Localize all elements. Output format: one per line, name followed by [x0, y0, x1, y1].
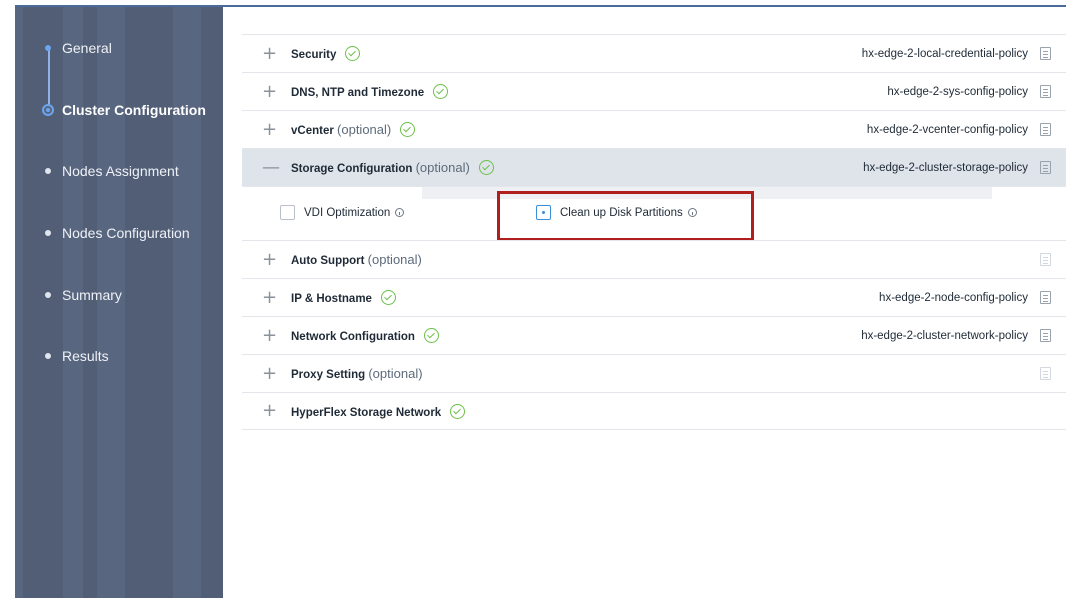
storage-options-panel: VDI Optimization Clean up Disk Partition…	[242, 186, 1066, 241]
policy-link[interactable]: hx-edge-2-node-config-policy	[879, 292, 1028, 304]
check-circle-icon	[423, 328, 439, 343]
policy-document-icon[interactable]	[1040, 329, 1051, 342]
policy-link[interactable]: hx-edge-2-cluster-network-policy	[861, 330, 1028, 342]
option-label: VDI Optimization	[304, 206, 391, 219]
section-title: vCenter (optional)	[291, 122, 416, 137]
info-icon[interactable]	[395, 208, 405, 217]
policy-link[interactable]: hx-edge-2-local-credential-policy	[862, 48, 1028, 60]
check-circle-icon	[400, 122, 416, 137]
step-summary[interactable]: Summary	[15, 283, 223, 307]
step-label: Results	[62, 348, 109, 364]
policy-document-icon[interactable]	[1040, 85, 1051, 98]
policy-document-icon[interactable]	[1040, 123, 1051, 136]
policy-link[interactable]: hx-edge-2-sys-config-policy	[887, 86, 1028, 98]
check-circle-icon	[433, 84, 449, 99]
step-label: Cluster Configuration	[62, 102, 206, 118]
step-label: Nodes Assignment	[62, 163, 179, 179]
section-title: Auto Support (optional)	[291, 252, 422, 267]
section-title: IP & Hostname	[291, 290, 396, 305]
expand-icon[interactable]: +	[262, 250, 277, 269]
optional-tag: (optional)	[368, 366, 423, 381]
expand-icon[interactable]: +	[262, 288, 277, 307]
expand-icon[interactable]: +	[262, 120, 277, 139]
optional-tag: (optional)	[415, 160, 470, 175]
vdi-optimization-option[interactable]: VDI Optimization	[280, 205, 405, 220]
section-title: Network Configuration	[291, 328, 439, 343]
step-nodes-assignment[interactable]: Nodes Assignment	[15, 159, 223, 183]
check-circle-icon	[345, 46, 361, 61]
check-circle-icon	[380, 290, 396, 305]
section-storage-configuration[interactable]: — Storage Configuration (optional) hx-ed…	[242, 148, 1066, 186]
step-nodes-configuration[interactable]: Nodes Configuration	[15, 221, 223, 245]
step-dot-icon	[45, 45, 51, 51]
section-vcenter[interactable]: + vCenter (optional) hx-edge-2-vcenter-c…	[242, 110, 1066, 148]
expand-icon[interactable]: +	[262, 402, 277, 420]
collapse-icon[interactable]: —	[262, 158, 280, 177]
step-results[interactable]: Results	[15, 344, 223, 368]
section-title: Proxy Setting (optional)	[291, 366, 423, 381]
step-general[interactable]: General	[15, 36, 223, 60]
step-dot-icon	[45, 230, 51, 236]
section-title: Storage Configuration (optional)	[291, 160, 494, 175]
step-cluster-configuration[interactable]: Cluster Configuration	[15, 98, 223, 122]
policy-link[interactable]: hx-edge-2-vcenter-config-policy	[867, 124, 1028, 136]
policy-link[interactable]: hx-edge-2-cluster-storage-policy	[863, 162, 1028, 174]
step-label: General	[62, 40, 112, 56]
section-title: HyperFlex Storage Network	[291, 403, 466, 419]
check-circle-icon	[478, 160, 494, 175]
step-dot-icon	[45, 168, 51, 174]
policy-document-icon	[1040, 253, 1051, 266]
section-ip-hostname[interactable]: + IP & Hostname hx-edge-2-node-config-po…	[242, 278, 1066, 316]
wizard-sidebar: General Cluster Configuration Nodes Assi…	[15, 7, 223, 598]
optional-tag: (optional)	[367, 252, 422, 267]
configuration-panel: + Security hx-edge-2-local-credential-po…	[242, 34, 1066, 430]
expand-icon[interactable]: +	[262, 82, 277, 101]
section-proxy-setting[interactable]: + Proxy Setting (optional)	[242, 354, 1066, 392]
step-dot-icon	[45, 292, 51, 298]
check-circle-icon	[450, 403, 466, 419]
section-security[interactable]: + Security hx-edge-2-local-credential-po…	[242, 34, 1066, 72]
policy-document-icon[interactable]	[1040, 47, 1051, 60]
step-label: Summary	[62, 287, 122, 303]
section-title: Security	[291, 46, 361, 61]
optional-tag: (optional)	[337, 122, 392, 137]
policy-document-icon[interactable]	[1040, 161, 1051, 174]
expand-icon[interactable]: +	[262, 364, 277, 383]
expand-icon[interactable]: +	[262, 326, 277, 345]
step-dot-icon	[45, 353, 51, 359]
expand-icon[interactable]: +	[262, 44, 277, 63]
step-current-icon	[42, 104, 54, 116]
section-hyperflex-storage-network[interactable]: + HyperFlex Storage Network	[242, 392, 1066, 430]
highlight-box	[497, 191, 754, 241]
policy-document-icon	[1040, 367, 1051, 380]
section-auto-support[interactable]: + Auto Support (optional)	[242, 240, 1066, 278]
section-dns-ntp-timezone[interactable]: + DNS, NTP and Timezone hx-edge-2-sys-co…	[242, 72, 1066, 110]
vdi-optimization-checkbox[interactable]	[280, 205, 295, 220]
step-label: Nodes Configuration	[62, 225, 190, 241]
policy-document-icon[interactable]	[1040, 291, 1051, 304]
section-network-configuration[interactable]: + Network Configuration hx-edge-2-cluste…	[242, 316, 1066, 354]
section-title: DNS, NTP and Timezone	[291, 84, 449, 99]
